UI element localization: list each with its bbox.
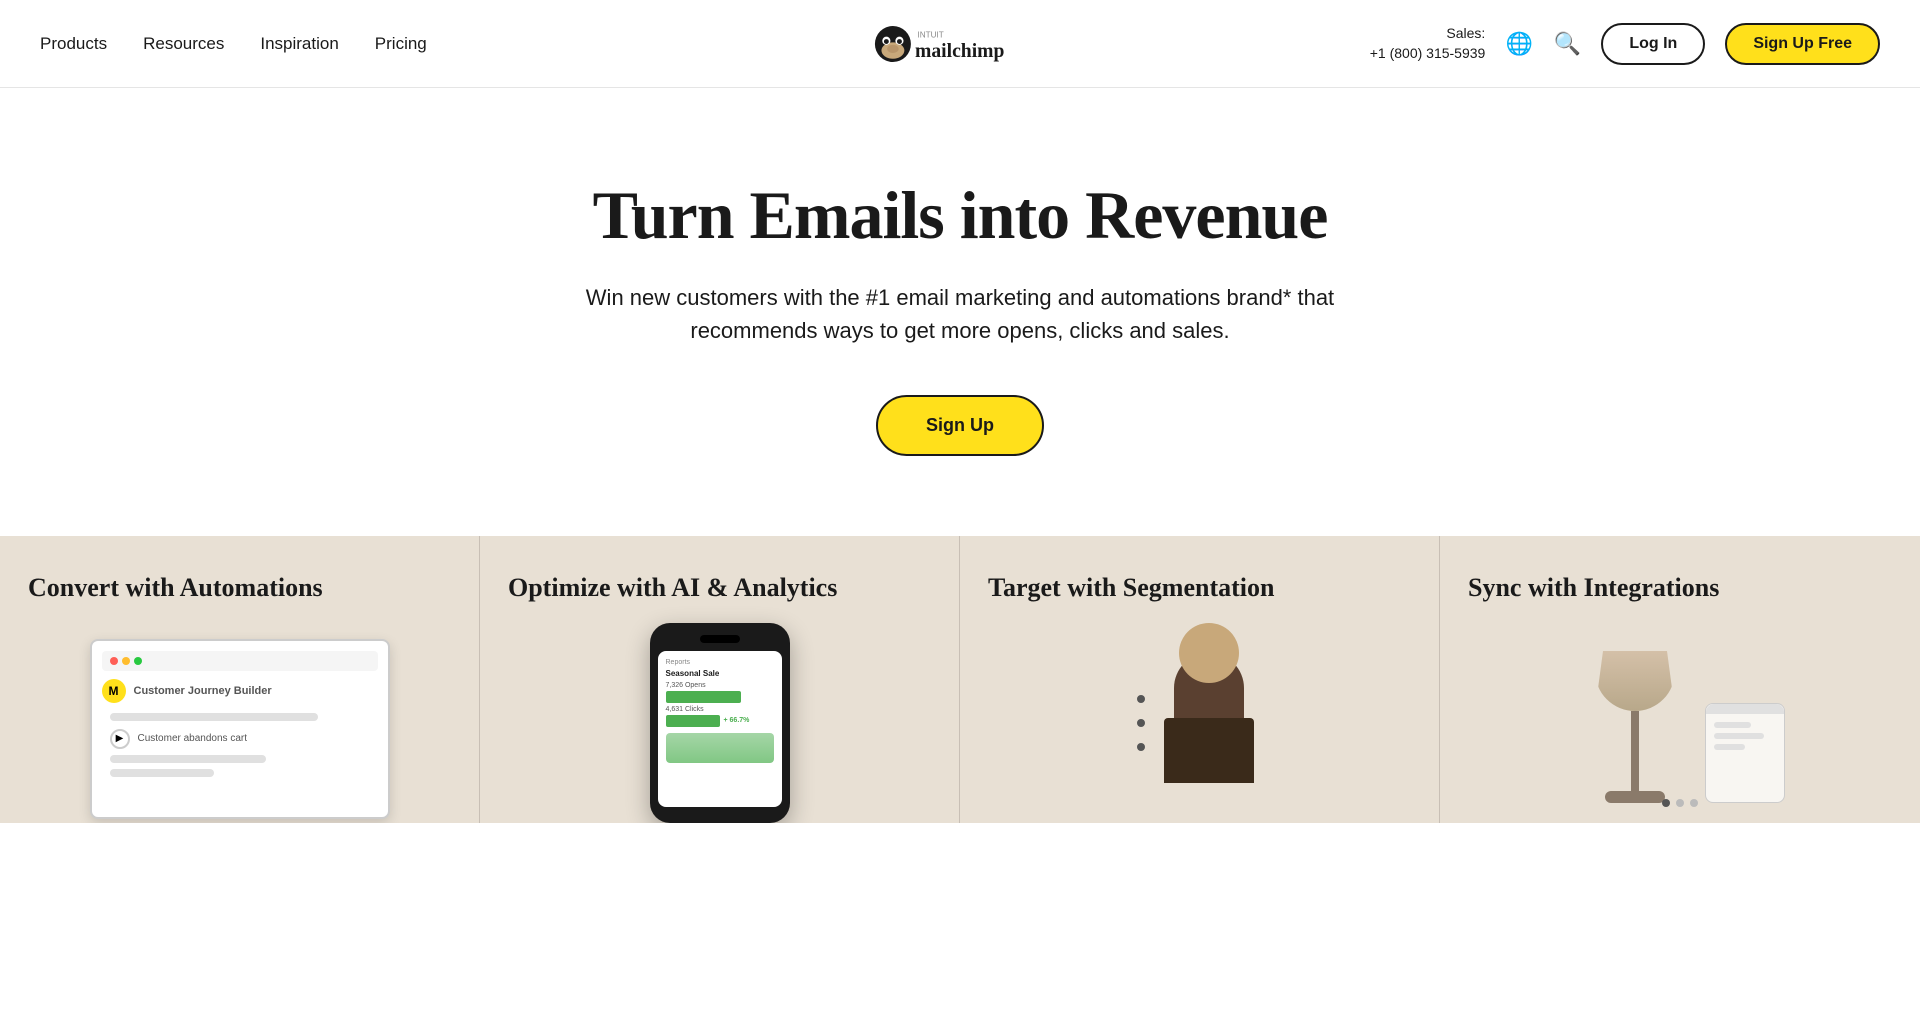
phone-opens: 7,326 Opens: [666, 682, 774, 689]
features-section: Convert with Automations M Customer Jour…: [0, 536, 1920, 823]
feature-automations: Convert with Automations M Customer Jour…: [0, 536, 480, 823]
feature-integrations: Sync with Integrations: [1440, 536, 1920, 823]
svg-text:mailchimp: mailchimp: [915, 41, 1004, 62]
nav-right: Sales: +1 (800) 315-5939 🌐 🔍 Log In Sign…: [1370, 23, 1880, 65]
feature-ai-analytics: Optimize with AI & Analytics Reports Sea…: [480, 536, 960, 823]
nav-item-pricing[interactable]: Pricing: [375, 34, 427, 54]
phone-clicks: 4,631 Clicks: [666, 706, 774, 713]
laptop-mockup: M Customer Journey Builder ▶ Customer ab…: [90, 639, 390, 819]
hero-cta-button[interactable]: Sign Up: [876, 395, 1044, 456]
cart-label: Customer abandons cart: [138, 733, 248, 744]
feature-image-segmentation: [988, 623, 1411, 783]
phone-mockup: Reports Seasonal Sale 7,326 Opens 4,631 …: [650, 623, 790, 823]
nav-item-inspiration[interactable]: Inspiration: [260, 34, 338, 54]
carousel-dot-3[interactable]: [1690, 799, 1698, 807]
feature-title-integrations: Sync with Integrations: [1468, 572, 1892, 603]
nav-item-products[interactable]: Products: [40, 34, 107, 54]
hero-title: Turn Emails into Revenue: [20, 178, 1900, 253]
login-button[interactable]: Log In: [1601, 23, 1705, 65]
dot-yellow: [122, 657, 130, 665]
app-icon: M: [102, 679, 126, 703]
svg-text:INTUIT: INTUIT: [917, 30, 943, 39]
hero-section: Turn Emails into Revenue Win new custome…: [0, 88, 1920, 536]
sales-phone: +1 (800) 315-5939: [1370, 44, 1486, 64]
feature-segmentation: Target with Segmentation: [960, 536, 1440, 823]
mini-chart: [666, 733, 774, 763]
feature-image-automations: M Customer Journey Builder ▶ Customer ab…: [28, 623, 451, 819]
feature-title-automations: Convert with Automations: [28, 572, 451, 603]
phone-pct: + 66.7%: [724, 717, 750, 724]
feature-title-ai: Optimize with AI & Analytics: [508, 572, 931, 603]
cjb-label: Customer Journey Builder: [134, 685, 272, 697]
lamp-mockup: [1575, 623, 1695, 803]
feature-image-ai: Reports Seasonal Sale 7,326 Opens 4,631 …: [508, 623, 931, 823]
carousel-dot-2[interactable]: [1676, 799, 1684, 807]
feature-title-segmentation: Target with Segmentation: [988, 572, 1411, 603]
search-icon[interactable]: 🔍: [1553, 30, 1581, 58]
sales-info: Sales: +1 (800) 315-5939: [1370, 24, 1486, 63]
card-mockup: [1705, 703, 1785, 803]
nav-left: Products Resources Inspiration Pricing: [40, 34, 427, 54]
signup-free-button[interactable]: Sign Up Free: [1725, 23, 1880, 65]
hero-subtitle: Win new customers with the #1 email mark…: [570, 281, 1350, 347]
carousel-dots: [1662, 799, 1698, 807]
nav-item-resources[interactable]: Resources: [143, 34, 224, 54]
carousel-dot-1[interactable]: [1662, 799, 1670, 807]
logo[interactable]: INTUIT mailchimp: [870, 18, 1050, 70]
globe-icon[interactable]: 🌐: [1505, 30, 1533, 58]
sales-label: Sales:: [1370, 24, 1486, 44]
dot-green: [134, 657, 142, 665]
phone-campaign-label: Seasonal Sale: [666, 669, 774, 678]
feature-image-integrations: [1468, 623, 1892, 803]
navbar: Products Resources Inspiration Pricing I…: [0, 0, 1920, 88]
dot-red: [110, 657, 118, 665]
